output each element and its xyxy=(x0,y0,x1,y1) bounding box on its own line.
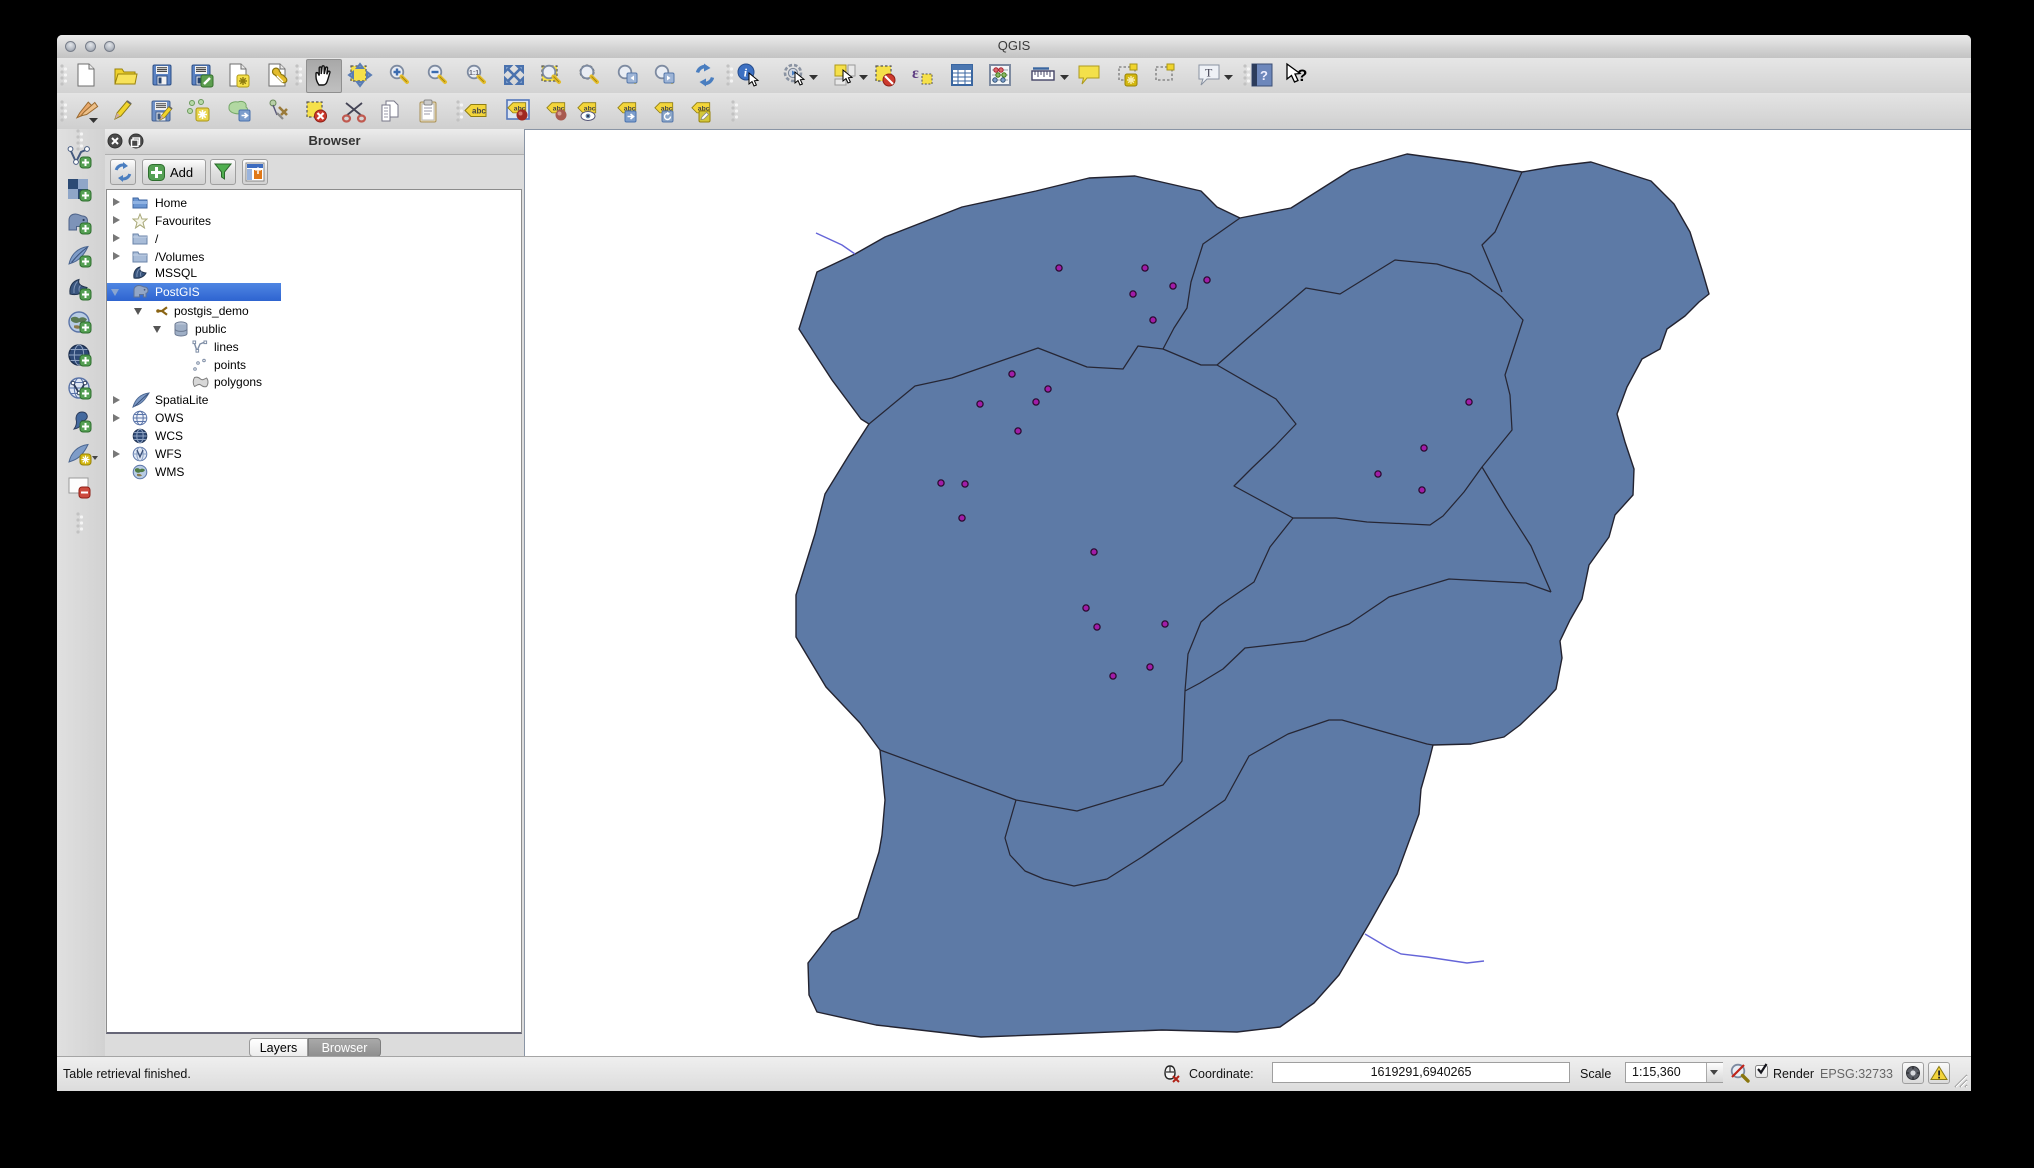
svg-text:ε: ε xyxy=(912,65,919,82)
svg-text:T: T xyxy=(1205,66,1213,80)
svg-text:?: ? xyxy=(1260,68,1268,83)
svg-text:?: ? xyxy=(1297,66,1307,85)
svg-text:1:1: 1:1 xyxy=(469,70,479,77)
